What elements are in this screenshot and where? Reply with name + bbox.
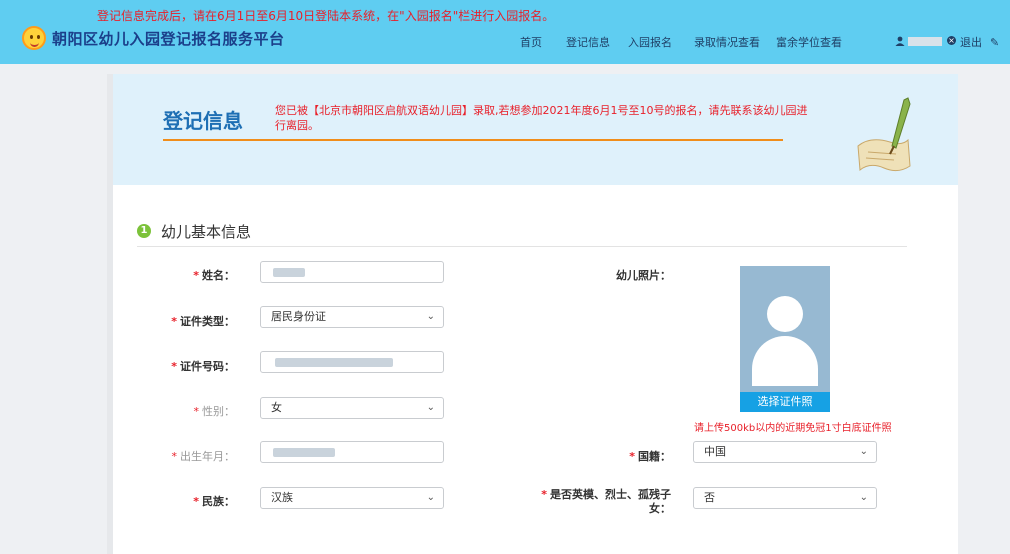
page-banner: 登记信息 您已被【北京市朝阳区启航双语幼儿园】录取,若想参加2021年度6月1号… [113,74,958,185]
section-title: 幼儿基本信息 [161,223,252,241]
admission-message: 您已被【北京市朝阳区启航双语幼儿园】录取,若想参加2021年度6月1号至10号的… [275,104,808,132]
birth-field[interactable] [260,441,444,463]
nationality-label: * 国籍： [629,450,671,463]
nav-registration-info[interactable]: 登记信息 [566,34,610,50]
photo-hint: 请上传500kb以内的近期免冠1寸白底证件照 [694,423,892,434]
logout-link[interactable]: 退出 [960,34,982,50]
photo-label: 幼儿照片： [616,269,671,282]
nav-spare-seats[interactable]: 富余学位查看 [776,34,842,50]
gender-label: * 性别： [193,405,236,418]
ethnicity-select[interactable]: 汉族 ⌄ [260,487,444,509]
ethnicity-label: * 民族： [193,495,235,508]
nationality-select[interactable]: 中国 ⌄ [693,441,877,463]
name-field[interactable] [260,261,444,283]
section-number-badge: 1 [137,224,151,238]
registration-notice: 登记信息完成后，请在6月1日至6月10日登陆本系统，在"入园报名"栏进行入园报名… [97,9,555,23]
id-type-label: * 证件类型： [171,315,235,328]
main-panel: 登记信息 您已被【北京市朝阳区启航双语幼儿园】录取,若想参加2021年度6月1号… [107,74,958,554]
chevron-down-icon: ⌄ [859,446,868,457]
user-name [908,37,942,46]
page-title: 登记信息 [163,109,243,133]
name-label: * 姓名： [193,269,235,282]
nav-home[interactable]: 首页 [520,34,542,50]
avatar-icon [767,296,803,332]
birth-label: * 出生年月： [171,450,236,463]
gender-select[interactable]: 女 ⌄ [260,397,444,419]
photo-placeholder [740,266,830,411]
scroll-quill-icon [857,97,911,172]
id-type-select[interactable]: 居民身份证 ⌄ [260,306,444,328]
close-circle-icon[interactable]: × [947,36,956,45]
section-divider [137,246,907,247]
sun-logo-icon [22,26,46,50]
choose-photo-button[interactable]: 选择证件照 [740,392,830,412]
banner-underline [163,139,783,141]
martyr-family-select[interactable]: 否 ⌄ [693,487,877,509]
id-number-field[interactable] [260,351,444,373]
martyr-family-label: * 是否英模、烈士、孤残子 女： [541,488,671,515]
chevron-down-icon: ⌄ [426,311,435,322]
chevron-down-icon: ⌄ [426,492,435,503]
chevron-down-icon: ⌄ [859,492,868,503]
user-icon [895,36,905,46]
chevron-down-icon: ⌄ [426,402,435,413]
nav-enrollment[interactable]: 入园报名 [628,34,672,50]
site-title: 朝阳区幼儿入园登记报名服务平台 [52,30,285,48]
nav-admission-results[interactable]: 录取情况查看 [694,34,760,50]
id-number-label: * 证件号码： [171,360,235,373]
pencil-icon[interactable]: ✎ [990,36,999,49]
top-header: 登记信息完成后，请在6月1日至6月10日登陆本系统，在"入园报名"栏进行入园报名… [0,0,1010,64]
